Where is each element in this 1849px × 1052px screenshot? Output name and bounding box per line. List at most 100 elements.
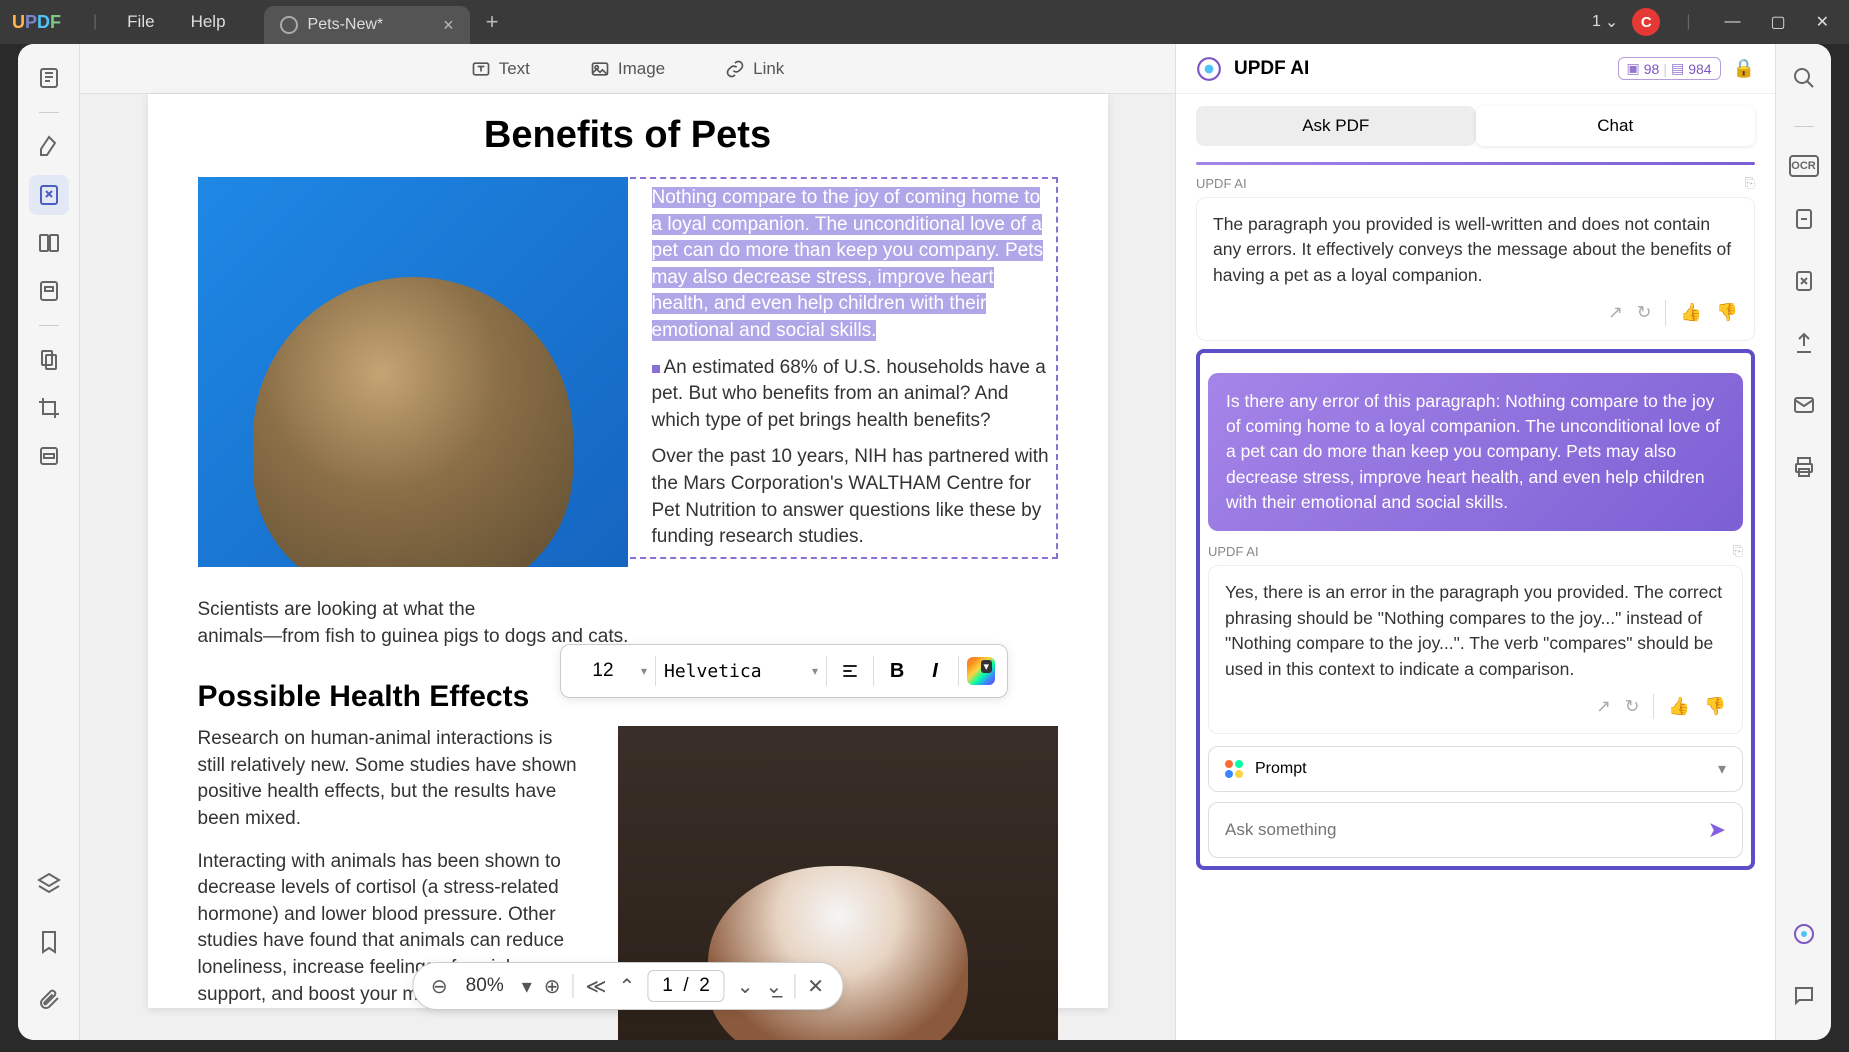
ai-sender-label-2: UPDF AI⎘ — [1208, 543, 1743, 559]
app-logo: UPDF — [12, 12, 61, 33]
menu-help[interactable]: Help — [191, 12, 226, 32]
text-tool-button[interactable]: Text — [471, 59, 530, 79]
align-button[interactable] — [835, 656, 865, 686]
user-avatar[interactable]: C — [1632, 8, 1660, 36]
next-page-button[interactable]: ⌄ — [737, 974, 754, 999]
paragraph-5[interactable]: Research on human-animal interactions is… — [198, 726, 578, 832]
tab-chat[interactable]: Chat — [1476, 106, 1756, 146]
ai-input-container: ➤ — [1208, 802, 1743, 858]
document-area: Text Image Link Benefits of Pets Nothing… — [80, 44, 1175, 1040]
page-indicator[interactable]: 1 ⌄ — [1592, 12, 1618, 32]
link-tool-button[interactable]: Link — [725, 59, 784, 79]
copy-icon[interactable]: ⎘ — [1745, 175, 1755, 191]
ai-credits-badge[interactable]: ▣98 | ▤984 — [1618, 57, 1721, 80]
zoom-dropdown-icon[interactable]: ▾ — [522, 974, 532, 999]
share-icon[interactable] — [1784, 323, 1824, 363]
thumbs-down-icon-2[interactable]: 👎 — [1704, 694, 1726, 719]
font-size-dropdown-icon[interactable]: ▾ — [641, 664, 647, 678]
layers-icon[interactable] — [29, 864, 69, 904]
edit-tool-icon[interactable] — [29, 175, 69, 215]
redact-tool-icon[interactable] — [29, 436, 69, 476]
paragraph-4[interactable]: Scientists are looking at what theanimal… — [198, 597, 1058, 650]
cat-image[interactable] — [198, 177, 628, 567]
zoom-navigation-bar: ⊖ 80% ▾ ⊕ ≪ ⌃ 1 / 2 ⌄ ⌄̲ ✕ — [412, 962, 843, 1010]
bold-button[interactable]: B — [882, 656, 912, 686]
regenerate-icon-2[interactable]: ↻ — [1625, 694, 1640, 719]
ai-response-2: Yes, there is an error in the paragraph … — [1208, 565, 1743, 734]
print-icon[interactable] — [1784, 447, 1824, 487]
zoom-in-button[interactable]: ⊕ — [544, 974, 561, 999]
compress-icon[interactable] — [1784, 261, 1824, 301]
image-tool-button[interactable]: Image — [590, 59, 665, 79]
thumbs-down-icon[interactable]: 👎 — [1716, 300, 1738, 325]
form-tool-icon[interactable] — [29, 271, 69, 311]
edit-toolbar: Text Image Link — [80, 44, 1175, 94]
close-button[interactable]: ✕ — [1808, 8, 1837, 36]
convert-icon[interactable] — [1784, 199, 1824, 239]
document-tab[interactable]: Pets-New* × — [264, 6, 470, 44]
lock-icon[interactable]: 🔒 — [1733, 58, 1755, 79]
italic-button[interactable]: I — [920, 656, 950, 686]
search-icon[interactable] — [1784, 58, 1824, 98]
color-picker-button[interactable] — [967, 657, 995, 685]
prompt-grid-icon — [1225, 760, 1243, 778]
tab-add-icon[interactable]: + — [486, 9, 499, 35]
close-zoom-bar-button[interactable]: ✕ — [807, 974, 824, 999]
ai-panel: UPDF AI ▣98 | ▤984 🔒 Ask PDF Chat UPDF A… — [1175, 44, 1775, 1040]
ai-header: UPDF AI ▣98 | ▤984 🔒 — [1176, 44, 1775, 94]
font-size-input[interactable] — [573, 660, 633, 682]
ai-panel-title: UPDF AI — [1234, 58, 1606, 80]
ai-response-1: The paragraph you provided is well-writt… — [1196, 197, 1755, 341]
right-sidebar: OCR — [1775, 44, 1831, 1040]
menu-file[interactable]: File — [127, 12, 154, 32]
maximize-button[interactable]: ▢ — [1762, 8, 1793, 36]
selected-paragraph-1[interactable]: Nothing compare to the joy of coming hom… — [652, 187, 1044, 341]
minimize-button[interactable]: — — [1716, 9, 1748, 35]
user-message: Is there any error of this paragraph: No… — [1208, 373, 1743, 532]
prompt-selector[interactable]: Prompt ▾ — [1208, 746, 1743, 792]
tab-ask-pdf[interactable]: Ask PDF — [1196, 106, 1476, 146]
highlighted-conversation: Is there any error of this paragraph: No… — [1196, 349, 1755, 871]
chevron-down-icon: ⌄ — [1605, 12, 1618, 32]
prompt-dropdown-icon: ▾ — [1718, 759, 1726, 779]
document-title: Benefits of Pets — [198, 114, 1058, 157]
reader-tool-icon[interactable] — [29, 58, 69, 98]
main-content: Text Image Link Benefits of Pets Nothing… — [18, 44, 1831, 1040]
zoom-level[interactable]: 80% — [460, 975, 510, 997]
page-number-input[interactable]: 1 / 2 — [647, 970, 725, 1002]
copy-icon-2[interactable]: ⎘ — [1733, 543, 1743, 559]
first-page-button[interactable]: ≪ — [586, 974, 607, 999]
pages-tool-icon[interactable] — [29, 223, 69, 263]
tab-document-icon — [280, 16, 298, 34]
prompt-label: Prompt — [1255, 760, 1307, 778]
regenerate-icon[interactable]: ↻ — [1637, 300, 1652, 325]
ai-toggle-icon[interactable] — [1784, 914, 1824, 954]
paragraph-2[interactable]: An estimated 68% of U.S. households have… — [652, 357, 1046, 431]
paragraph-handle-icon[interactable] — [652, 365, 660, 373]
font-family-dropdown-icon[interactable]: ▾ — [812, 664, 818, 678]
thumbs-up-icon-2[interactable]: 👍 — [1668, 694, 1690, 719]
comment-icon[interactable] — [1784, 976, 1824, 1016]
zoom-out-button[interactable]: ⊖ — [431, 974, 448, 999]
tab-close-icon[interactable]: × — [443, 15, 454, 36]
send-button[interactable]: ➤ — [1708, 817, 1726, 843]
titlebar: UPDF | File Help Pets-New* × + 1 ⌄ C | —… — [0, 0, 1849, 44]
thumbs-up-icon[interactable]: 👍 — [1680, 300, 1702, 325]
last-page-button[interactable]: ⌄̲ — [766, 974, 783, 999]
pdf-page[interactable]: Benefits of Pets Nothing compare to the … — [148, 94, 1108, 1008]
open-external-icon-2[interactable]: ↗ — [1596, 694, 1611, 719]
tab-title: Pets-New* — [308, 16, 384, 34]
prev-page-button[interactable]: ⌃ — [618, 974, 635, 999]
updf-ai-logo-icon — [1196, 56, 1222, 82]
crop-tool-icon[interactable] — [29, 388, 69, 428]
ai-text-input[interactable] — [1225, 820, 1698, 840]
ocr-icon[interactable]: OCR — [1789, 155, 1819, 177]
font-family-select[interactable] — [664, 661, 804, 682]
bookmark-icon[interactable] — [29, 922, 69, 962]
open-external-icon[interactable]: ↗ — [1608, 300, 1623, 325]
ai-chat-scroll[interactable]: UPDF AI⎘ The paragraph you provided is w… — [1176, 146, 1775, 1040]
highlight-tool-icon[interactable] — [29, 127, 69, 167]
attachment-icon[interactable] — [29, 980, 69, 1020]
email-icon[interactable] — [1784, 385, 1824, 425]
organize-tool-icon[interactable] — [29, 340, 69, 380]
